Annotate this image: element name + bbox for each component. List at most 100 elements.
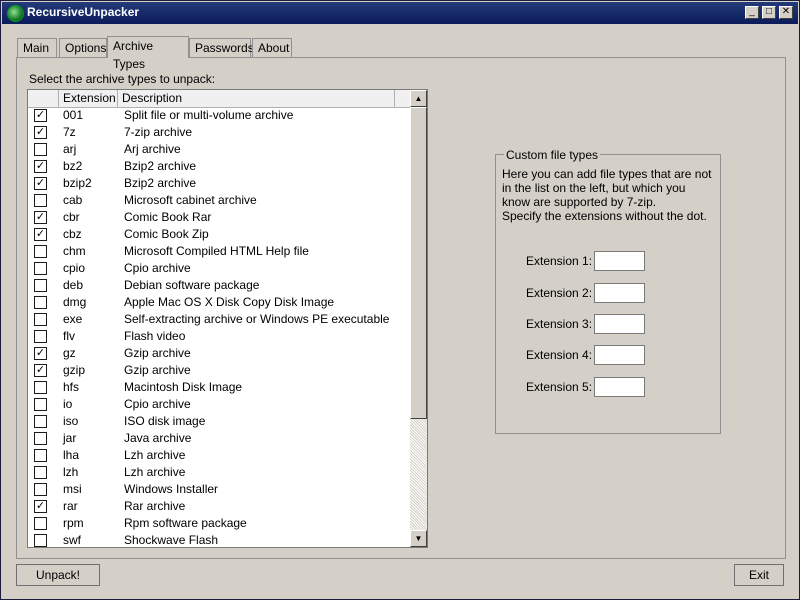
extension-1-input[interactable]	[594, 251, 645, 271]
checkbox[interactable]: ✓	[34, 500, 47, 513]
checkbox[interactable]	[34, 517, 47, 530]
exit-button[interactable]: Exit	[734, 564, 784, 586]
checkbox[interactable]: ✓	[34, 177, 47, 190]
list-item[interactable]: ✓ bz2 Bzip2 archive	[28, 158, 411, 175]
list-item[interactable]: ✓ 001 Split file or multi-volume archive	[28, 107, 411, 124]
checkbox[interactable]: ✓	[34, 228, 47, 241]
minimize-button[interactable]: _	[745, 6, 759, 19]
checkbox[interactable]	[34, 483, 47, 496]
checkbox[interactable]	[34, 262, 47, 275]
extension-cell: jar	[63, 431, 77, 445]
tab-passwords[interactable]: Passwords	[189, 38, 254, 57]
extension-cell: rar	[63, 499, 78, 513]
extension-cell: cpio	[63, 261, 86, 275]
list-item[interactable]: ✓ cbr Comic Book Rar	[28, 209, 411, 226]
checkbox[interactable]: ✓	[34, 126, 47, 139]
checkbox[interactable]	[34, 432, 47, 445]
archive-type-list[interactable]: Extension Description ✓ 001 Split file or …	[27, 89, 428, 548]
list-item[interactable]: ✓ gzip Gzip archive	[28, 362, 411, 379]
description-cell: Microsoft Compiled HTML Help file	[124, 244, 309, 258]
checkbox[interactable]	[34, 143, 47, 156]
list-item[interactable]: ✓ cbz Comic Book Zip	[28, 226, 411, 243]
description-cell: Macintosh Disk Image	[124, 380, 243, 394]
checkbox[interactable]: ✓	[34, 364, 47, 377]
list-item[interactable]: io Cpio archive	[28, 396, 411, 413]
checkbox[interactable]	[34, 313, 47, 326]
list-item[interactable]: hfs Macintosh Disk Image	[28, 379, 411, 396]
extension-cell: cbz	[63, 227, 82, 241]
checkbox[interactable]	[34, 279, 47, 292]
checkbox[interactable]	[34, 398, 47, 411]
extension-cell: lha	[63, 448, 80, 462]
header-extension[interactable]: Extension	[59, 90, 118, 107]
list-item[interactable]: iso ISO disk image	[28, 413, 411, 430]
list-item[interactable]: rpm Rpm software package	[28, 515, 411, 532]
checkbox[interactable]: ✓	[34, 211, 47, 224]
extension-cell: 7z	[63, 125, 76, 139]
tab-options[interactable]: Options	[59, 38, 107, 57]
extension-cell: arj	[63, 142, 77, 156]
extension-cell: dmg	[63, 295, 87, 309]
extension-cell: bz2	[63, 159, 83, 173]
checkbox[interactable]	[34, 449, 47, 462]
custom-file-types-description: Here you can add file types that are not…	[502, 167, 712, 223]
list-item[interactable]: ✓ 7z 7-zip archive	[28, 124, 411, 141]
extension-2-input[interactable]	[594, 283, 645, 303]
tab-main[interactable]: Main	[17, 38, 57, 57]
checkbox[interactable]: ✓	[34, 160, 47, 173]
checkbox[interactable]	[34, 381, 47, 394]
description-cell: Debian software package	[124, 278, 260, 292]
list-item[interactable]: dmg Apple Mac OS X Disk Copy Disk Image	[28, 294, 411, 311]
description-cell: Rpm software package	[124, 516, 247, 530]
description-cell: Cpio archive	[124, 261, 191, 275]
list-item[interactable]: deb Debian software package	[28, 277, 411, 294]
list-item[interactable]: ✓ rar Rar archive	[28, 498, 411, 515]
header-description[interactable]: Description	[118, 90, 395, 107]
checkbox[interactable]: ✓	[34, 347, 47, 360]
extension-4-input[interactable]	[594, 345, 645, 365]
maximize-button[interactable]: □	[762, 6, 776, 19]
list-item[interactable]: exe Self-extracting archive or Windows PE…	[28, 311, 411, 328]
checkbox[interactable]: ✓	[34, 109, 47, 122]
list-item[interactable]: ✓ gz Gzip archive	[28, 345, 411, 362]
list-item[interactable]: jar Java archive	[28, 430, 411, 447]
checkbox[interactable]	[34, 330, 47, 343]
close-button[interactable]: ✕	[779, 6, 793, 19]
scroll-track[interactable]	[410, 419, 427, 530]
list-item[interactable]: flv Flash video	[28, 328, 411, 345]
extension-cell: bzip2	[63, 176, 92, 190]
title-bar[interactable]: RecursiveUnpacker _ □ ✕	[2, 2, 798, 24]
list-item[interactable]: msi Windows Installer	[28, 481, 411, 498]
checkbox[interactable]	[34, 296, 47, 309]
checkbox[interactable]	[34, 245, 47, 258]
unpack-button[interactable]: Unpack!	[16, 564, 100, 586]
checkbox[interactable]	[34, 534, 47, 547]
checkbox[interactable]	[34, 466, 47, 479]
extension-cell: rpm	[63, 516, 84, 530]
description-cell: Bzip2 archive	[124, 159, 197, 173]
list-item[interactable]: arj Arj archive	[28, 141, 411, 158]
tab-about[interactable]: About	[252, 38, 292, 57]
list-item[interactable]: ✓ bzip2 Bzip2 archive	[28, 175, 411, 192]
tab-archive-types[interactable]: Archive Types	[107, 36, 189, 71]
list-item[interactable]: lzh Lzh archive	[28, 464, 411, 481]
list-item[interactable]: lha Lzh archive	[28, 447, 411, 464]
list-item[interactable]: swf Shockwave Flash	[28, 532, 411, 547]
description-cell: Comic Book Rar	[124, 210, 212, 224]
list-item[interactable]: cpio Cpio archive	[28, 260, 411, 277]
list-item[interactable]: chm Microsoft Compiled HTML Help file	[28, 243, 411, 260]
checkbox[interactable]	[34, 194, 47, 207]
scroll-down-icon[interactable]: ▼	[410, 530, 427, 547]
checkbox[interactable]	[34, 415, 47, 428]
header-check-column[interactable]	[28, 90, 59, 107]
extension-3-input[interactable]	[594, 314, 645, 334]
scroll-up-icon[interactable]: ▲	[410, 90, 427, 107]
list-scrollbar[interactable]: ▲ ▼	[410, 90, 427, 547]
extension-5-input[interactable]	[594, 377, 645, 397]
extension-cell: msi	[63, 482, 82, 496]
list-rows: ✓ 001 Split file or multi-volume archive ✓ 7…	[28, 107, 411, 547]
description-cell: Apple Mac OS X Disk Copy Disk Image	[124, 295, 335, 309]
scroll-thumb[interactable]	[410, 107, 427, 419]
list-item[interactable]: cab Microsoft cabinet archive	[28, 192, 411, 209]
app-window: RecursiveUnpacker _ □ ✕ Main Options Arc…	[0, 0, 800, 600]
